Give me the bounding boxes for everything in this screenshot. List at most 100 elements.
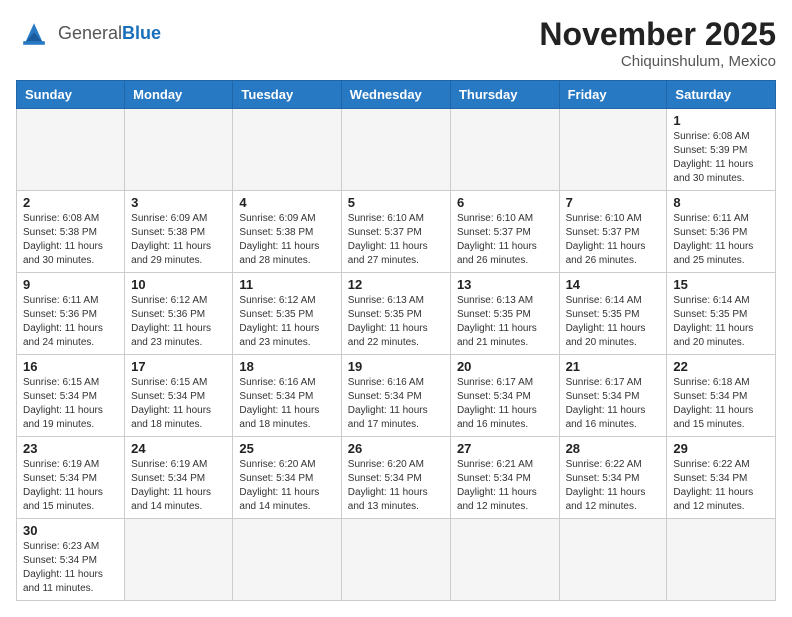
calendar-cell: 7 Sunrise: 6:10 AMSunset: 5:37 PMDaylight… xyxy=(559,191,667,273)
calendar-cell: 8Sunrise: 6:11 AMSunset: 5:36 PMDaylight… xyxy=(667,191,776,273)
calendar: SundayMondayTuesdayWednesdayThursdayFrid… xyxy=(16,80,776,601)
calendar-cell: 14 Sunrise: 6:14 AMSunset: 5:35 PMDayligh… xyxy=(559,273,667,355)
day-info: Sunrise: 6:16 AMSunset: 5:34 PMDaylight:… xyxy=(348,376,444,432)
day-info: Sunrise: 6:16 AMSunset: 5:34 PMDaylight:… xyxy=(239,376,334,432)
calendar-cell xyxy=(667,519,776,601)
day-number: 29 xyxy=(673,441,769,456)
calendar-cell xyxy=(233,109,341,191)
calendar-cell: 30Sunrise: 6:23 AMSunset: 5:34 PMDayligh… xyxy=(17,519,125,601)
day-number: 5 xyxy=(348,195,444,210)
title-section: November 2025 Chiquinshulum, Mexico xyxy=(539,16,776,70)
calendar-cell: 3 Sunrise: 6:09 AMSunset: 5:38 PMDaylight… xyxy=(125,191,233,273)
day-number: 19 xyxy=(348,359,444,374)
day-info: Sunrise: 6:17 AMSunset: 5:34 PMDaylight:… xyxy=(566,376,661,432)
day-info: Sunrise: 6:19 AMSunset: 5:34 PMDaylight:… xyxy=(131,458,226,514)
day-info: Sunrise: 6:20 AMSunset: 5:34 PMDaylight:… xyxy=(348,458,444,514)
calendar-cell xyxy=(450,519,559,601)
calendar-cell: 23 Sunrise: 6:19 AMSunset: 5:34 PMDayligh… xyxy=(17,437,125,519)
day-number: 22 xyxy=(673,359,769,374)
day-info: Sunrise: 6:18 AMSunset: 5:34 PMDaylight:… xyxy=(673,376,769,432)
day-header-tuesday: Tuesday xyxy=(233,81,341,109)
day-info: Sunrise: 6:22 AMSunset: 5:34 PMDaylight:… xyxy=(566,458,661,514)
calendar-cell: 25 Sunrise: 6:20 AMSunset: 5:34 PMDayligh… xyxy=(233,437,341,519)
calendar-cell: 11Sunrise: 6:12 AMSunset: 5:35 PMDayligh… xyxy=(233,273,341,355)
day-number: 11 xyxy=(239,277,334,292)
calendar-cell: 13 Sunrise: 6:13 AMSunset: 5:35 PMDayligh… xyxy=(450,273,559,355)
day-info: Sunrise: 6:21 AMSunset: 5:34 PMDaylight:… xyxy=(457,458,553,514)
day-info: Sunrise: 6:10 AMSunset: 5:37 PMDaylight:… xyxy=(566,212,661,268)
calendar-cell xyxy=(125,519,233,601)
calendar-cell: 22 Sunrise: 6:18 AMSunset: 5:34 PMDayligh… xyxy=(667,355,776,437)
calendar-cell xyxy=(450,109,559,191)
calendar-cell xyxy=(17,109,125,191)
day-header-friday: Friday xyxy=(559,81,667,109)
day-info: Sunrise: 6:20 AMSunset: 5:34 PMDaylight:… xyxy=(239,458,334,514)
calendar-cell: 16 Sunrise: 6:15 AMSunset: 5:34 PMDayligh… xyxy=(17,355,125,437)
day-number: 15 xyxy=(673,277,769,292)
day-info: Sunrise: 6:23 AMSunset: 5:34 PMDaylight:… xyxy=(23,540,118,596)
day-info: Sunrise: 6:09 AMSunset: 5:38 PMDaylight:… xyxy=(131,212,226,268)
day-number: 24 xyxy=(131,441,226,456)
day-info: Sunrise: 6:08 AMSunset: 5:38 PMDaylight:… xyxy=(23,212,118,268)
day-header-monday: Monday xyxy=(125,81,233,109)
day-info: Sunrise: 6:13 AMSunset: 5:35 PMDaylight:… xyxy=(457,294,553,350)
day-number: 14 xyxy=(566,277,661,292)
day-number: 2 xyxy=(23,195,118,210)
day-info: Sunrise: 6:11 AMSunset: 5:36 PMDaylight:… xyxy=(23,294,118,350)
day-number: 12 xyxy=(348,277,444,292)
calendar-cell: 19 Sunrise: 6:16 AMSunset: 5:34 PMDayligh… xyxy=(341,355,450,437)
day-info: Sunrise: 6:22 AMSunset: 5:34 PMDaylight:… xyxy=(673,458,769,514)
calendar-cell: 6 Sunrise: 6:10 AMSunset: 5:37 PMDaylight… xyxy=(450,191,559,273)
calendar-cell: 26 Sunrise: 6:20 AMSunset: 5:34 PMDayligh… xyxy=(341,437,450,519)
calendar-cell: 28 Sunrise: 6:22 AMSunset: 5:34 PMDayligh… xyxy=(559,437,667,519)
calendar-cell xyxy=(125,109,233,191)
day-number: 4 xyxy=(239,195,334,210)
day-info: Sunrise: 6:15 AMSunset: 5:34 PMDaylight:… xyxy=(23,376,118,432)
day-number: 23 xyxy=(23,441,118,456)
calendar-cell: 1Sunrise: 6:08 AMSunset: 5:39 PMDaylight… xyxy=(667,109,776,191)
day-number: 9 xyxy=(23,277,118,292)
day-info: Sunrise: 6:13 AMSunset: 5:35 PMDaylight:… xyxy=(348,294,444,350)
day-number: 3 xyxy=(131,195,226,210)
day-number: 6 xyxy=(457,195,553,210)
day-info: Sunrise: 6:10 AMSunset: 5:37 PMDaylight:… xyxy=(457,212,553,268)
calendar-cell: 12 Sunrise: 6:13 AMSunset: 5:35 PMDayligh… xyxy=(341,273,450,355)
calendar-cell xyxy=(341,519,450,601)
day-number: 7 xyxy=(566,195,661,210)
day-header-saturday: Saturday xyxy=(667,81,776,109)
calendar-cell: 18 Sunrise: 6:16 AMSunset: 5:34 PMDayligh… xyxy=(233,355,341,437)
calendar-cell: 17 Sunrise: 6:15 AMSunset: 5:34 PMDayligh… xyxy=(125,355,233,437)
calendar-cell xyxy=(559,109,667,191)
logo-icon xyxy=(16,16,52,52)
day-number: 21 xyxy=(566,359,661,374)
day-number: 27 xyxy=(457,441,553,456)
day-number: 10 xyxy=(131,277,226,292)
day-info: Sunrise: 6:15 AMSunset: 5:34 PMDaylight:… xyxy=(131,376,226,432)
day-number: 25 xyxy=(239,441,334,456)
calendar-cell: 2 Sunrise: 6:08 AMSunset: 5:38 PMDaylight… xyxy=(17,191,125,273)
calendar-cell: 27 Sunrise: 6:21 AMSunset: 5:34 PMDayligh… xyxy=(450,437,559,519)
calendar-cell: 20 Sunrise: 6:17 AMSunset: 5:34 PMDayligh… xyxy=(450,355,559,437)
day-number: 26 xyxy=(348,441,444,456)
day-number: 17 xyxy=(131,359,226,374)
calendar-cell: 29 Sunrise: 6:22 AMSunset: 5:34 PMDayligh… xyxy=(667,437,776,519)
calendar-cell: 4 Sunrise: 6:09 AMSunset: 5:38 PMDaylight… xyxy=(233,191,341,273)
day-info: Sunrise: 6:14 AMSunset: 5:35 PMDaylight:… xyxy=(673,294,769,350)
day-number: 13 xyxy=(457,277,553,292)
day-info: Sunrise: 6:10 AMSunset: 5:37 PMDaylight:… xyxy=(348,212,444,268)
day-number: 28 xyxy=(566,441,661,456)
calendar-cell: 9 Sunrise: 6:11 AMSunset: 5:36 PMDaylight… xyxy=(17,273,125,355)
calendar-cell: 21 Sunrise: 6:17 AMSunset: 5:34 PMDayligh… xyxy=(559,355,667,437)
day-number: 16 xyxy=(23,359,118,374)
day-number: 18 xyxy=(239,359,334,374)
day-info: Sunrise: 6:14 AMSunset: 5:35 PMDaylight:… xyxy=(566,294,661,350)
logo-text: GeneralBlue xyxy=(58,24,161,44)
day-info: Sunrise: 6:09 AMSunset: 5:38 PMDaylight:… xyxy=(239,212,334,268)
day-info: Sunrise: 6:19 AMSunset: 5:34 PMDaylight:… xyxy=(23,458,118,514)
day-info: Sunrise: 6:17 AMSunset: 5:34 PMDaylight:… xyxy=(457,376,553,432)
calendar-cell xyxy=(559,519,667,601)
header: GeneralBlue November 2025 Chiquinshulum,… xyxy=(16,16,776,70)
calendar-cell: 10Sunrise: 6:12 AMSunset: 5:36 PMDayligh… xyxy=(125,273,233,355)
day-number: 20 xyxy=(457,359,553,374)
calendar-cell: 5 Sunrise: 6:10 AMSunset: 5:37 PMDaylight… xyxy=(341,191,450,273)
